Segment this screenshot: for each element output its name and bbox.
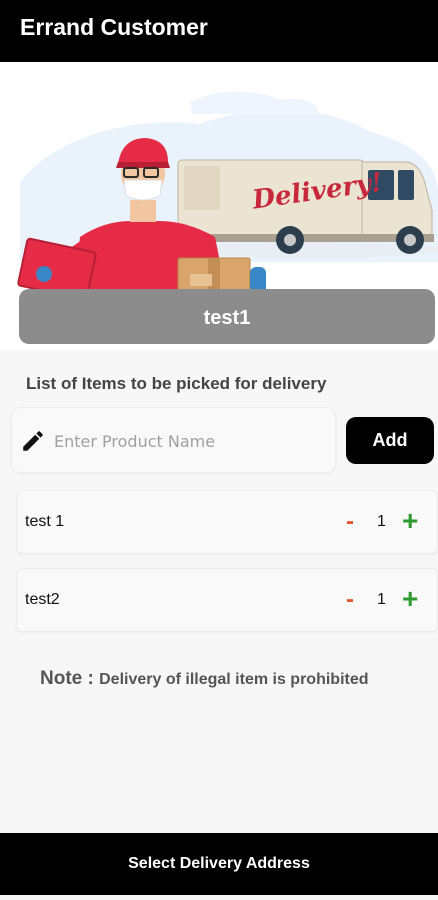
add-button[interactable]: Add (346, 417, 434, 464)
item-quantity: 1 (377, 591, 386, 608)
store-name: test1 (203, 307, 251, 329)
item-quantity: 1 (377, 513, 386, 530)
pencil-icon (23, 431, 43, 451)
decrease-quantity-button[interactable]: - (346, 508, 354, 536)
item-name: test2 (25, 591, 60, 608)
items-section-title: List of Items to be picked for delivery (26, 374, 327, 393)
list-item: test2 - 1 + (16, 568, 438, 632)
delivery-note: Note : Delivery of illegal item is prohi… (40, 668, 369, 690)
list-item: test 1 - 1 + (16, 490, 438, 554)
note-label: Note : (40, 668, 100, 689)
select-delivery-address-button[interactable]: Select Delivery Address (0, 833, 438, 895)
product-name-input[interactable] (54, 426, 324, 456)
product-input-card (11, 407, 336, 473)
item-name: test 1 (25, 513, 65, 530)
note-text: Delivery of illegal item is prohibited (99, 671, 369, 688)
store-name-banner: test1 (19, 289, 435, 344)
increase-quantity-button[interactable]: + (402, 505, 418, 537)
app-title: Errand Customer (20, 14, 208, 40)
increase-quantity-button[interactable]: + (402, 583, 418, 615)
select-delivery-address-label: Select Delivery Address (128, 855, 310, 872)
app-bar: Errand Customer (0, 0, 438, 62)
decrease-quantity-button[interactable]: - (346, 586, 354, 614)
